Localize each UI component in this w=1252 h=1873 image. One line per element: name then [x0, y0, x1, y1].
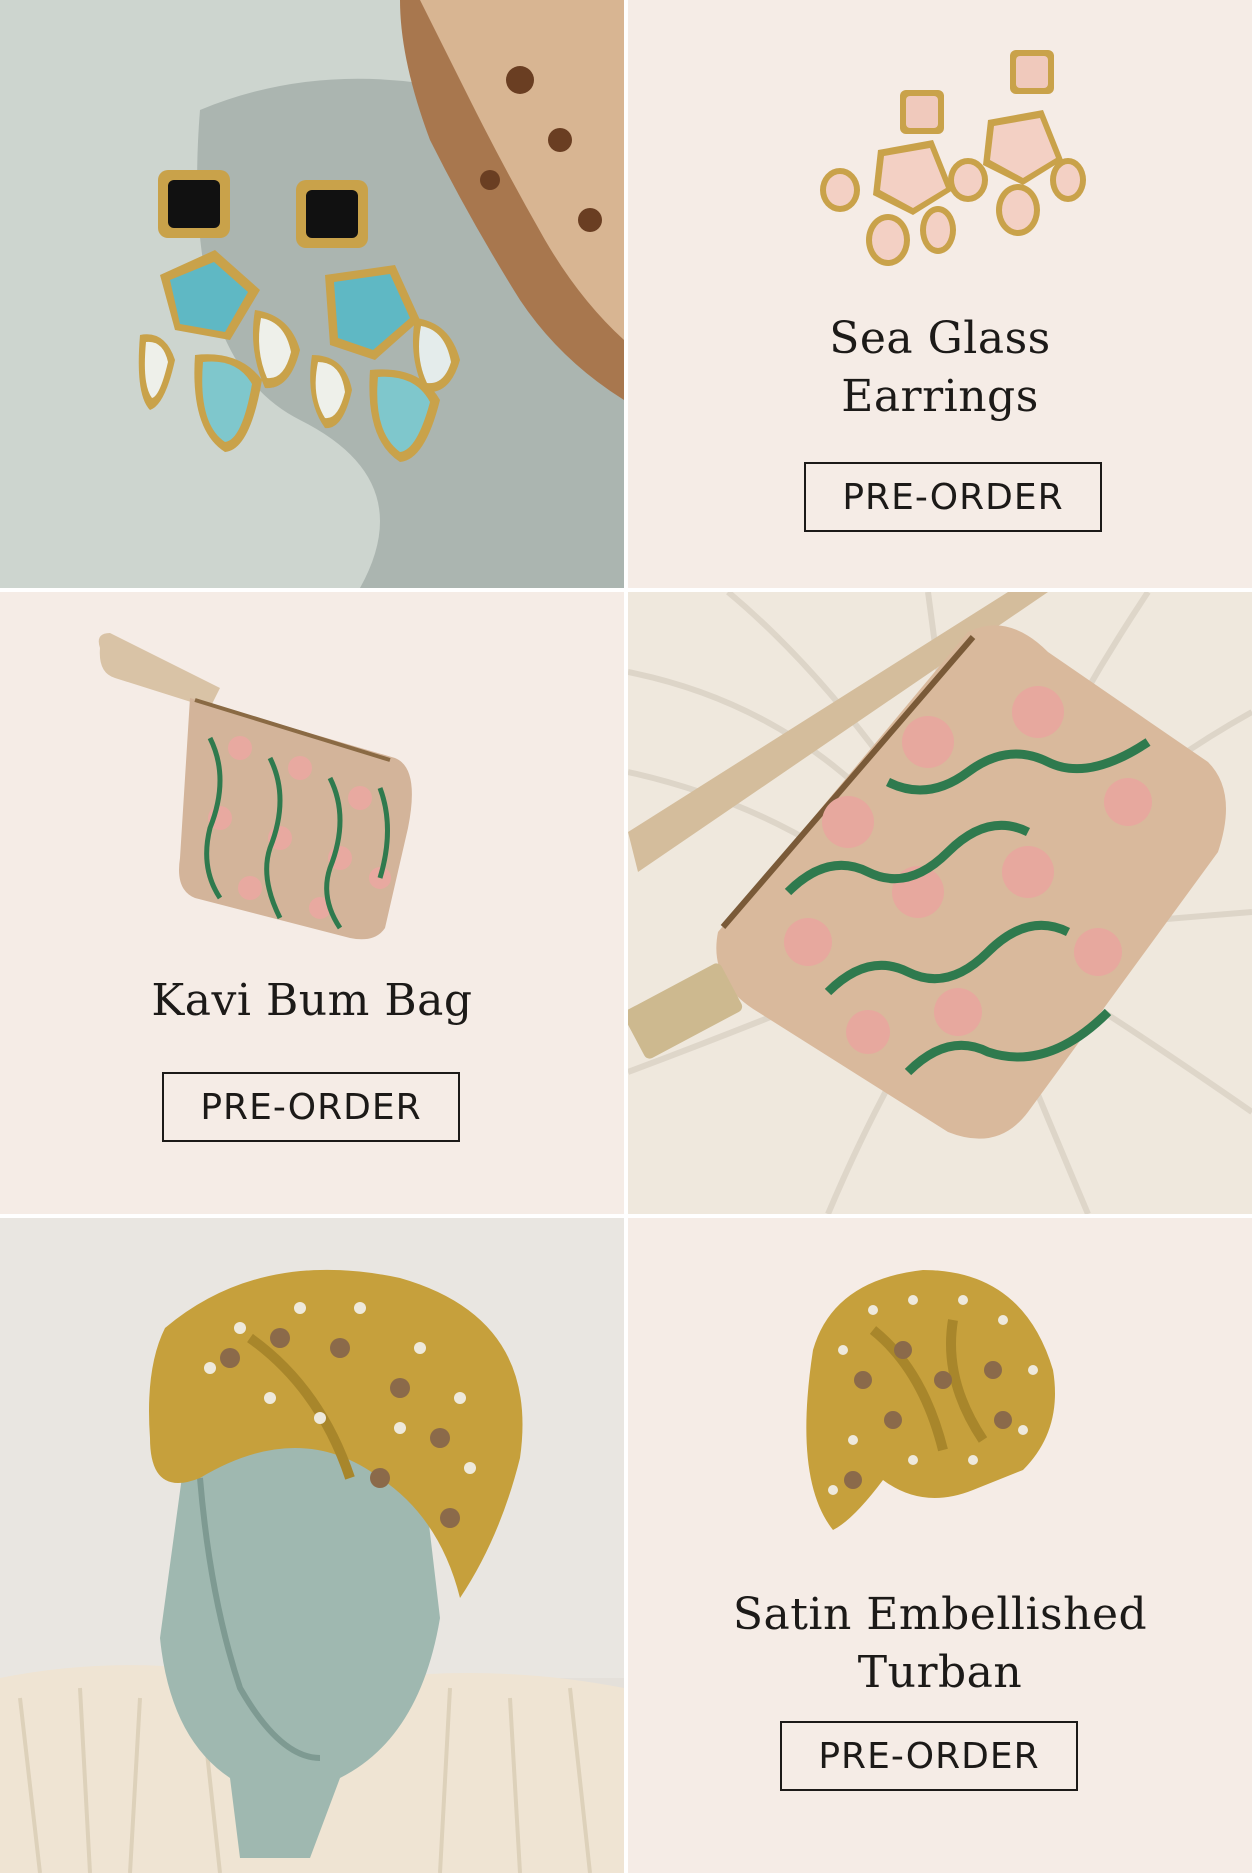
pre-order-button[interactable]: PRE-ORDER — [804, 462, 1102, 532]
product-title: Kavi Bum Bag — [0, 972, 624, 1030]
bum-bag-photo-art — [628, 592, 1252, 1214]
earrings-product-image[interactable] — [818, 40, 1098, 280]
sea-glass-earrings-photo[interactable] — [0, 0, 624, 588]
product-title-line: Turban — [857, 1647, 1023, 1698]
satin-turban-card: Satin Embellished Turban PRE-ORDER — [628, 1218, 1252, 1873]
pre-order-button[interactable]: PRE-ORDER — [780, 1721, 1078, 1791]
product-title-line: Kavi Bum Bag — [151, 975, 473, 1026]
bum-bag-product-image[interactable] — [90, 628, 490, 948]
turban-product-image[interactable] — [793, 1260, 1063, 1550]
grid-divider — [624, 0, 628, 1873]
turban-photo-art — [0, 1218, 624, 1873]
earrings-photo-art — [0, 0, 624, 588]
product-title-line: Earrings — [841, 371, 1039, 422]
product-title-line: Sea Glass — [829, 313, 1051, 364]
grid-divider — [0, 588, 1252, 592]
satin-turban-photo[interactable] — [0, 1218, 624, 1873]
product-title-line: Satin Embellished — [732, 1589, 1148, 1640]
product-title: Satin Embellished Turban — [628, 1586, 1252, 1702]
grid-divider — [0, 1214, 1252, 1218]
product-grid: Sea Glass Earrings PRE-ORDER Kavi Bum Ba… — [0, 0, 1252, 1873]
pre-order-button[interactable]: PRE-ORDER — [162, 1072, 460, 1142]
sea-glass-earrings-card: Sea Glass Earrings PRE-ORDER — [628, 0, 1252, 588]
kavi-bum-bag-photo[interactable] — [628, 592, 1252, 1214]
kavi-bum-bag-card: Kavi Bum Bag PRE-ORDER — [0, 592, 624, 1214]
product-title: Sea Glass Earrings — [628, 310, 1252, 426]
